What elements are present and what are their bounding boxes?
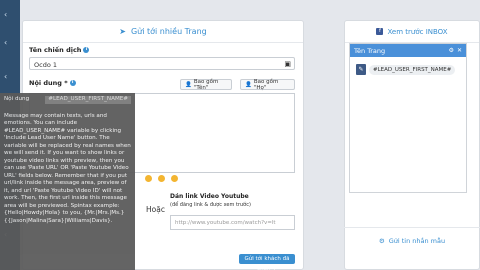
page-avatar: ✎: [356, 64, 366, 75]
card-icon: ▣: [284, 60, 291, 68]
sample-message-label: Gửi tin nhắn mẫu: [388, 236, 446, 245]
chat-header: Tên Trang ⚙ ✕: [350, 44, 466, 57]
paper-plane-icon: ➤: [119, 27, 126, 36]
content-label: Nội dung * i: [29, 79, 76, 87]
chat-bubble: #LEAD_USER_FIRST_NAME#: [369, 64, 456, 75]
preview-header: f Xem trước INBOX: [345, 21, 479, 43]
campaign-label: Tên chiến dịch i: [29, 46, 90, 54]
emoji-icon[interactable]: [171, 175, 178, 182]
include-name-button[interactable]: 👤 Bao gồm "Tên": [180, 79, 232, 91]
or-label: Hoặc: [146, 205, 165, 214]
send-to-selected-button[interactable]: Gửi tới khách đã chọn ↑: [239, 254, 295, 270]
info-icon[interactable]: i: [69, 80, 76, 86]
collapse-arrow-icon[interactable]: ‹: [4, 10, 7, 19]
collapse-arrow-icon[interactable]: ‹: [4, 38, 7, 47]
emoji-icon[interactable]: [145, 175, 152, 182]
youtube-subtitle: (để đăng link & được xem trước): [170, 202, 251, 208]
gear-icon[interactable]: ⚙: [449, 47, 454, 54]
user-icon: 👤: [185, 81, 192, 88]
chat-title: Tên Trang: [354, 46, 386, 55]
tooltip-title: Nội dung: [4, 96, 30, 102]
gear-icon: ⚙: [378, 236, 385, 245]
include-surname-button[interactable]: 👤 Bao gồm "Họ": [240, 79, 295, 91]
send-panel-title: Gửi tới nhiều Trang: [130, 27, 207, 36]
chat-message: ✎ #LEAD_USER_FIRST_NAME#: [356, 64, 456, 75]
sample-message-footer[interactable]: ⚙ Gửi tin nhắn mẫu: [344, 227, 480, 253]
facebook-icon: f: [376, 28, 384, 35]
close-icon[interactable]: ✕: [457, 47, 462, 54]
emoji-bar: [145, 175, 178, 182]
preview-title: Xem trước INBOX: [387, 27, 448, 36]
help-tooltip: Nội dung #LEAD_USER_FIRST_NAME# Message …: [0, 93, 135, 270]
send-panel-header: ➤ Gửi tới nhiều Trang: [23, 21, 303, 43]
youtube-title: Dán link Video Youtube: [170, 193, 249, 200]
tooltip-variable: #LEAD_USER_FIRST_NAME#: [45, 96, 131, 104]
youtube-url-input[interactable]: http://www.youtube.com/watch?v=lt: [170, 215, 295, 230]
tooltip-body: Message may contain texts, urls and emot…: [4, 112, 131, 224]
emoji-icon[interactable]: [158, 175, 165, 182]
info-icon[interactable]: i: [83, 47, 90, 53]
user-icon: 👤: [245, 81, 252, 88]
campaign-input[interactable]: Ocdo 1 ▣: [29, 57, 295, 70]
chat-preview: Tên Trang ⚙ ✕ ✎ #LEAD_USER_FIRST_NAME#: [349, 43, 467, 193]
collapse-arrow-icon[interactable]: ‹: [4, 72, 7, 81]
